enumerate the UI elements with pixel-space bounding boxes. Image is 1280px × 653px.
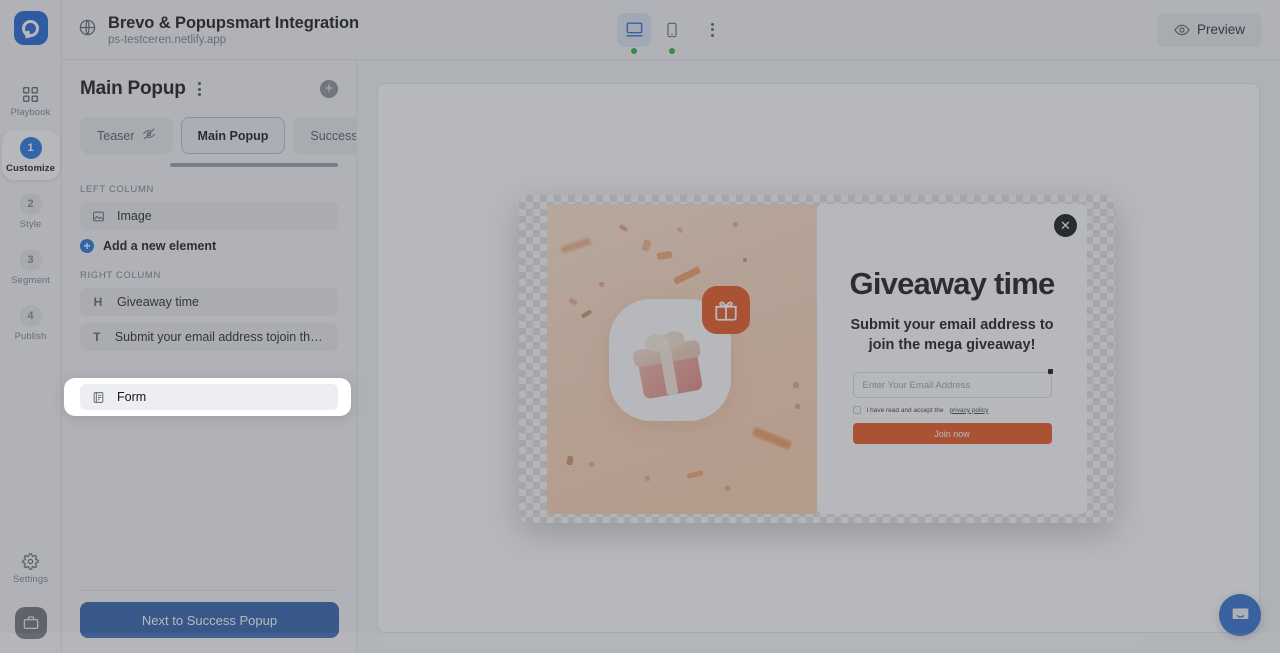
plus-circle-icon[interactable]: + <box>320 80 338 98</box>
sidebar-item-label: Customize <box>6 163 55 174</box>
add-element-left-button[interactable]: + Add a new element <box>80 239 338 253</box>
avatar[interactable] <box>15 607 47 639</box>
editor-panel: Main Popup + Teaser Main Popup Success P… <box>62 60 357 653</box>
image-icon <box>91 210 105 223</box>
eye-icon <box>1174 22 1190 38</box>
join-now-button[interactable]: Join now <box>853 423 1052 444</box>
app-root: Playbook 1 Customize 2 Style 3 Segment 4… <box>0 0 1280 653</box>
sidebar-item-publish[interactable]: 4 Publish <box>2 298 60 348</box>
grid-icon <box>22 86 39 103</box>
text-icon: T <box>91 330 103 344</box>
tab-main-popup[interactable]: Main Popup <box>181 117 286 154</box>
step-badge: 4 <box>20 305 42 327</box>
element-row-form[interactable]: Form <box>80 384 338 410</box>
right-column-label: RIGHT COLUMN <box>62 253 356 288</box>
element-row-text[interactable]: T Submit your email address tojoin the m… <box>80 323 338 351</box>
gear-icon <box>22 553 39 570</box>
spotlight-highlight: Form <box>64 378 351 416</box>
sidebar-item-style[interactable]: 2 Style <box>2 186 60 236</box>
popup-content-panel: ✕ Giveaway time Submit your email addres… <box>817 204 1087 514</box>
privacy-policy-link[interactable]: privacy policy <box>949 407 988 414</box>
heading-icon: H <box>91 295 105 309</box>
panel-title: Main Popup <box>80 78 186 100</box>
plus-icon: + <box>80 239 94 253</box>
email-field[interactable]: Enter Your Email Address <box>853 372 1052 398</box>
sidebar-item-label: Style <box>20 219 42 230</box>
element-label: Form <box>117 390 146 404</box>
sidebar-item-segment[interactable]: 3 Segment <box>2 242 60 292</box>
popup-subtitle[interactable]: Submit your email address to join the me… <box>850 315 1055 355</box>
preview-label: Preview <box>1197 22 1245 37</box>
chat-bubble-icon[interactable] <box>1219 594 1261 636</box>
form-icon <box>91 391 105 404</box>
popup-image-panel[interactable] <box>547 204 817 514</box>
left-rail: Playbook 1 Customize 2 Style 3 Segment 4… <box>0 0 62 653</box>
device-toggle-group <box>617 13 725 47</box>
rail-footer: Settings <box>0 546 61 653</box>
briefcase-icon <box>23 615 39 631</box>
popup-step-tabs: Teaser Main Popup Success Po... <box>62 100 356 154</box>
panel-kebab-menu-icon[interactable] <box>194 78 205 100</box>
left-column-label: LEFT COLUMN <box>62 167 356 202</box>
gift-icon <box>702 286 750 334</box>
element-label: Giveaway time <box>117 295 199 309</box>
panel-header: Main Popup + <box>62 60 356 100</box>
step-badge: 2 <box>20 193 42 215</box>
sidebar-item-label: Settings <box>13 574 48 585</box>
popupsmart-logo-icon[interactable] <box>14 11 48 45</box>
sidebar-item-label: Segment <box>11 275 50 286</box>
next-to-success-popup-button[interactable]: Next to Success Popup <box>80 602 339 638</box>
desktop-icon <box>625 20 644 39</box>
tab-label: Success Po... <box>310 129 356 143</box>
status-dot-mobile <box>669 48 675 54</box>
sidebar-item-playbook[interactable]: Playbook <box>2 79 60 124</box>
site-url: ps-testceren.netlify.app <box>108 34 359 46</box>
panel-divider <box>80 590 338 591</box>
eye-off-icon <box>142 127 156 144</box>
site-info: Brevo & Popupsmart Integration ps-testce… <box>78 14 359 46</box>
sidebar-item-settings[interactable]: Settings <box>2 546 60 591</box>
element-row-heading[interactable]: H Giveaway time <box>80 288 338 316</box>
consent-checkbox-row[interactable]: I have read and accept the privacy polic… <box>853 406 1052 414</box>
rail-nav: Playbook 1 Customize 2 Style 3 Segment 4… <box>0 79 61 354</box>
consent-label: I have read and accept the <box>867 407 944 414</box>
element-label: Submit your email address tojoin the meg… <box>115 330 327 344</box>
chat-icon-glyph <box>1230 605 1251 626</box>
tab-teaser[interactable]: Teaser <box>80 117 173 154</box>
sidebar-item-label: Publish <box>15 331 47 342</box>
tab-success-popup[interactable]: Success Po... <box>293 117 356 154</box>
popup-preview: ✕ Giveaway time Submit your email addres… <box>519 195 1115 523</box>
device-desktop-button[interactable] <box>617 13 651 47</box>
close-icon[interactable]: ✕ <box>1054 214 1077 237</box>
top-bar: Brevo & Popupsmart Integration ps-testce… <box>62 0 1280 60</box>
element-label: Image <box>117 209 152 223</box>
popup-title[interactable]: Giveaway time <box>850 266 1055 302</box>
status-dot-desktop <box>631 48 637 54</box>
email-placeholder: Enter Your Email Address <box>863 380 971 391</box>
preview-button[interactable]: Preview <box>1157 13 1262 47</box>
consent-checkbox[interactable] <box>853 406 861 414</box>
mobile-icon <box>664 22 680 38</box>
tab-label: Main Popup <box>198 129 269 143</box>
kebab-menu-icon[interactable] <box>699 15 725 45</box>
element-row-image[interactable]: Image <box>80 202 338 230</box>
page-title: Brevo & Popupsmart Integration <box>108 14 359 33</box>
globe-icon <box>78 18 97 42</box>
selection-handle[interactable] <box>1048 369 1053 374</box>
add-element-label: Add a new element <box>103 239 216 253</box>
step-badge: 3 <box>20 249 42 271</box>
sidebar-item-label: Playbook <box>11 107 51 118</box>
sidebar-item-customize[interactable]: 1 Customize <box>2 130 60 180</box>
logo-ring <box>22 20 39 37</box>
device-mobile-button[interactable] <box>655 13 689 47</box>
step-badge: 1 <box>20 137 42 159</box>
tab-label: Teaser <box>97 129 135 143</box>
